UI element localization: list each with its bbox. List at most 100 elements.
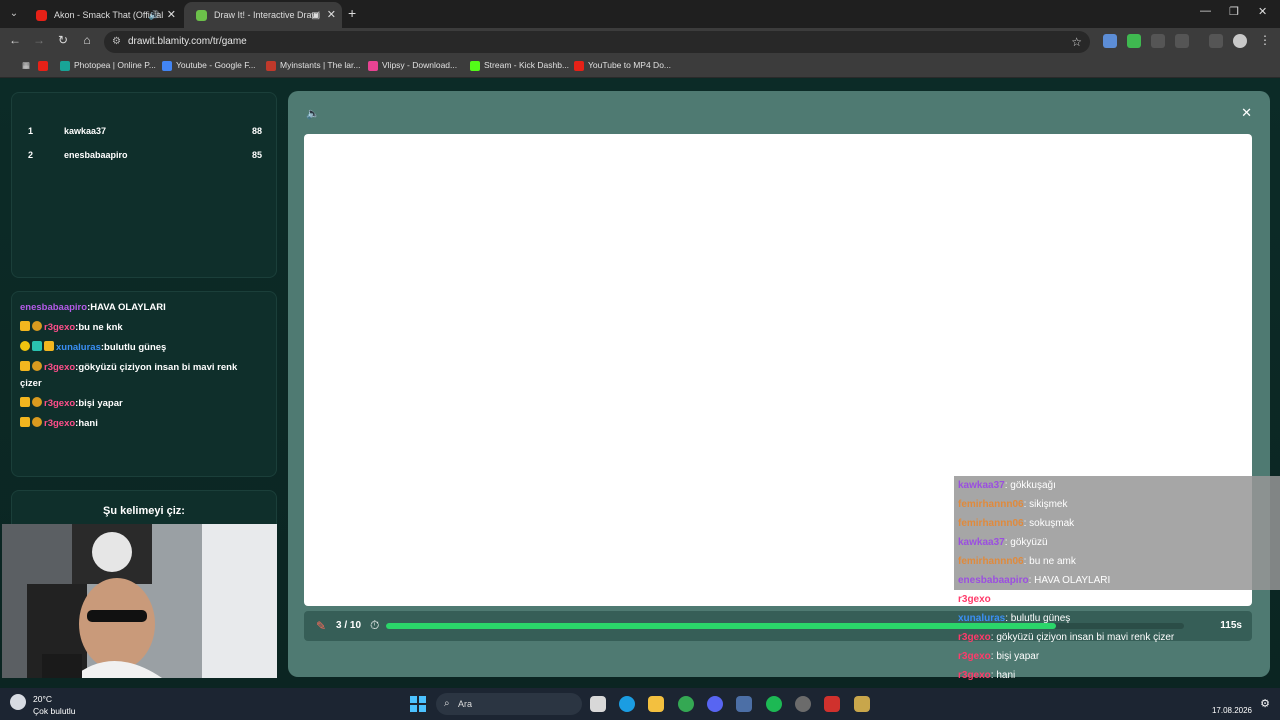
apps-icon[interactable]: ▦ — [8, 60, 30, 71]
overlay-message-text: : bişi yapar — [990, 651, 1040, 662]
windows-start-icon[interactable] — [410, 696, 426, 712]
overlay-message-text: : gökyüzü çiziyon insan bi mavi renk çiz… — [990, 632, 1175, 643]
home-icon[interactable]: ⌂ — [78, 33, 96, 47]
overlay-message-text: : hani — [990, 670, 1016, 681]
shield-extension-icon[interactable] — [1127, 34, 1141, 48]
tab-drawit[interactable]: Draw It! - Interactive Drawi ▣ ✕ — [184, 2, 342, 28]
crown-badge-icon — [20, 397, 30, 407]
player-points: 85 — [251, 150, 262, 160]
player-points: 88 — [251, 126, 262, 136]
myinstants-icon — [266, 61, 276, 71]
overlay-message-text: : gökyüzü — [1004, 537, 1048, 548]
overlay-message-text: : sokuşmak — [1023, 518, 1075, 529]
overlay-message-text: : bu ne amk — [1023, 556, 1076, 567]
reload-icon[interactable]: ↻ — [54, 33, 72, 47]
extension-icon[interactable] — [1103, 34, 1117, 48]
drawit-icon — [196, 10, 207, 21]
bookmark-photopea[interactable]: Photopea | Online P... — [60, 60, 156, 71]
overlay-chat-message: femirhannn06: sokuşmak — [954, 514, 1280, 533]
chat-message: xunaluras:bulutlu güneş — [20, 340, 260, 356]
clock[interactable]: 17.08.2026 — [1212, 692, 1252, 715]
new-tab-button[interactable]: + — [348, 5, 356, 21]
bookmark-vlipsy[interactable]: Vlipsy - Download... — [368, 60, 457, 71]
chat-message: r3gexo:bu ne knk — [20, 320, 260, 336]
moderator-badge-icon — [32, 321, 42, 331]
bookmark-youtube-google[interactable]: Youtube - Google F... — [162, 60, 256, 71]
rank: 2 — [28, 150, 34, 160]
overlay-chat-message: r3gexo: gökyüzü çiziyon insan bi mavi re… — [954, 628, 1280, 647]
media-controls-icon[interactable] — [1209, 34, 1223, 48]
forward-icon[interactable]: → — [30, 33, 48, 47]
obs-icon[interactable] — [795, 696, 811, 712]
close-icon[interactable]: ✕ — [167, 2, 176, 28]
tab-akon[interactable]: Akon - Smack That (Official 🔊 ✕ — [24, 2, 182, 28]
overlay-chat-message: kawkaa37: gökkuşağı — [954, 476, 1280, 495]
app-icon[interactable] — [736, 696, 752, 712]
discord-icon[interactable] — [707, 696, 723, 712]
tab-search-button[interactable]: ⌄ — [6, 6, 22, 22]
spotify-icon[interactable] — [766, 696, 782, 712]
notification-icon[interactable]: ⚙ — [1260, 697, 1270, 710]
audio-icon[interactable]: 🔊 — [149, 2, 160, 28]
app-icon[interactable] — [824, 696, 840, 712]
puzzle-icon[interactable] — [1175, 34, 1189, 48]
overlay-username: r3gexo — [958, 594, 991, 605]
pencil-icon: ✎ — [316, 619, 327, 633]
tab-title: Draw It! - Interactive Drawi — [214, 10, 321, 20]
profile-avatar[interactable] — [1233, 34, 1247, 48]
overlay-username: femirhannn06 — [958, 556, 1024, 567]
task-view-icon[interactable] — [590, 696, 606, 712]
cloud-icon — [10, 694, 26, 710]
file-explorer-icon[interactable] — [648, 696, 664, 712]
tab-title: Akon - Smack That (Official — [54, 10, 164, 20]
restore-icon[interactable]: ❐ — [1229, 5, 1239, 18]
extension-icon[interactable] — [1151, 34, 1165, 48]
crown-badge-icon — [20, 361, 30, 371]
close-window-icon[interactable]: ✕ — [1258, 5, 1267, 18]
bookmark-myinstants[interactable]: Myinstants | The lar... — [266, 60, 360, 71]
webcam-image — [2, 524, 277, 678]
address-bar[interactable]: ⚙ drawit.blamity.com/tr/game ☆ — [104, 31, 1090, 53]
close-icon[interactable]: ✕ — [1241, 105, 1252, 121]
youtube-icon — [36, 10, 47, 21]
kick-icon — [470, 61, 480, 71]
crown-badge-icon — [20, 321, 30, 331]
close-icon[interactable]: ✕ — [327, 2, 336, 28]
speaker-icon[interactable]: 🔈 — [306, 107, 320, 120]
overlay-username: kawkaa37 — [958, 537, 1005, 548]
bookmark-kick[interactable]: Stream - Kick Dashb... — [470, 60, 569, 71]
temperature: 20°C — [33, 694, 52, 704]
screen-share-icon[interactable]: ▣ — [311, 2, 320, 28]
overlay-username: enesbabaapiro — [958, 575, 1029, 586]
menu-icon[interactable]: ⋮ — [1256, 33, 1274, 47]
overlay-message-text: : gökkuşağı — [1004, 480, 1056, 491]
overlay-username: r3gexo — [958, 651, 991, 662]
minimize-icon[interactable]: — — [1200, 5, 1211, 17]
back-icon[interactable]: ← — [6, 33, 24, 47]
weather-condition: Çok bulutlu — [33, 706, 76, 716]
date: 17.08.2026 — [1211, 706, 1252, 715]
player-name: enesbabaapiro — [64, 150, 128, 160]
moderator-badge-icon — [32, 361, 42, 371]
coin-badge-icon — [20, 341, 30, 351]
bookmarks-bar: ▦ Photopea | Online P... Youtube - Googl… — [0, 56, 1280, 78]
taskbar-search[interactable]: ⌕ Ara — [436, 693, 582, 715]
site-info-icon[interactable]: ⚙ — [112, 31, 121, 53]
rank: 1 — [28, 126, 34, 136]
stream-chat-overlay: kawkaa37: gökkuşağı femirhannn06: sikişme… — [954, 476, 1280, 715]
moderator-badge-icon — [32, 417, 42, 427]
chat-message: r3gexo:hani — [20, 416, 260, 432]
overlay-chat-message: kawkaa37: gökyüzü — [954, 533, 1280, 552]
overlay-chat-message: femirhannn06: bu ne amk — [954, 552, 1280, 571]
chat-message: enesbabaapiro:HAVA OLAYLARI — [20, 302, 166, 313]
bookmark-star-icon[interactable]: ☆ — [1071, 31, 1082, 53]
search-icon: ⌕ — [444, 698, 450, 709]
chrome-icon[interactable] — [678, 696, 694, 712]
taskbar: 20°C Çok bulutlu ⌕ Ara 17.08.2026 ⚙ — [0, 688, 1280, 720]
league-icon[interactable] — [854, 696, 870, 712]
webcam-overlay — [2, 524, 277, 678]
grid-badge-icon — [32, 341, 42, 351]
bookmark-youtube-mp4[interactable]: YouTube to MP4 Do... — [574, 60, 671, 71]
edge-icon[interactable] — [619, 696, 635, 712]
game-chat-panel[interactable]: enesbabaapiro:HAVA OLAYLARI r3gexo:bu ne… — [11, 291, 277, 477]
